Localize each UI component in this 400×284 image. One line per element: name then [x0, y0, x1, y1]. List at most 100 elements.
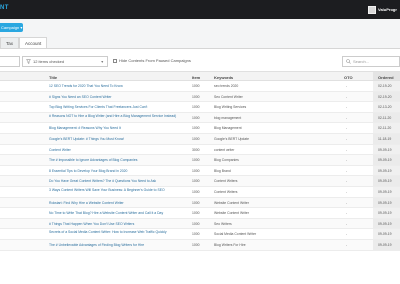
item-cell: 1000 — [192, 242, 200, 247]
oto-cell: - — [346, 189, 348, 194]
keywords-cell: seo trends 2020 — [214, 84, 239, 88]
title-cell[interactable]: 3 Ways Content Writers Will Save Your Bu… — [49, 188, 189, 192]
title-cell[interactable]: Content Writer — [49, 148, 189, 152]
ordered-cell: 02-13-20 — [378, 105, 392, 110]
title-cell[interactable]: Secrets of a Social Media Content Writer… — [49, 230, 189, 234]
title-cell[interactable]: Do You Have Great Content Writers? The #… — [49, 179, 189, 183]
title-cell[interactable]: No Time to Write That Blog? Hire a Websi… — [49, 211, 189, 215]
account-name: ValuProgr — [378, 7, 397, 12]
title-cell[interactable]: Blog Management: # Reasons Why You Need … — [49, 126, 189, 130]
table-row[interactable]: Do You Have Great Content Writers? The #… — [0, 176, 400, 187]
ordered-cell: 09-09-19 — [378, 158, 392, 163]
keywords-cell: Blog Companies — [214, 158, 239, 163]
keywords-cell: Seo Content Writer — [214, 94, 243, 99]
campaign-dropdown-button[interactable]: Campaign ▾ — [0, 23, 23, 32]
search-input[interactable]: Search... — [342, 56, 400, 67]
oto-cell: - — [346, 200, 348, 205]
item-cell: 1000 — [192, 115, 200, 120]
item-cell: 3000 — [192, 147, 200, 152]
table-header: Title Item Keywords OTO Ordered — [0, 71, 400, 81]
table-row[interactable]: The # Impossible to Ignore Advantages of… — [0, 155, 400, 166]
ordered-cell: 09-09-19 — [378, 179, 392, 184]
oto-cell: - — [346, 168, 348, 173]
item-cell: 1000 — [192, 179, 200, 184]
item-cell: 1000 — [192, 136, 200, 141]
table-row[interactable]: No Time to Write That Blog? Hire a Websi… — [0, 208, 400, 219]
item-cell: 1000 — [192, 200, 200, 205]
keywords-cell: Seo Writers — [214, 221, 232, 226]
title-cell[interactable]: # Reasons NOT to Hire a Blog Writer (and… — [49, 114, 189, 118]
table-row[interactable]: Rokstart: Find Why Hire a Website Conten… — [0, 197, 400, 209]
table-row[interactable]: Google's BERT Update: # Things You Must … — [0, 133, 400, 145]
table-row[interactable]: # Things That Happen When You Don't Use … — [0, 218, 400, 230]
item-cell: 1000 — [192, 105, 200, 110]
keywords-cell: Social Media Content Writer — [214, 232, 257, 237]
keywords-cell: Blog Management — [214, 126, 242, 131]
ordered-cell: 02-11-20 — [378, 115, 392, 120]
main-panel: 12 items checked ▼ Hide Contents From Pa… — [0, 48, 400, 284]
title-cell[interactable]: Top Blog Writing Services For Clients Th… — [49, 105, 189, 109]
keywords-cell: Blog Brand — [214, 168, 231, 173]
oto-cell: - — [346, 147, 348, 152]
filter-icon — [26, 58, 31, 65]
table-row[interactable]: # Signs You Need an SEO Content Writer 10… — [0, 91, 400, 103]
table-row[interactable]: Content Writer 3000 content writer - 09-09-1… — [0, 144, 400, 156]
ordered-cell: 09-09-19 — [378, 221, 392, 226]
search-placeholder: Search... — [353, 59, 370, 64]
tab-tax[interactable]: Tax — [0, 37, 20, 48]
top-bar: NT ValuProgr — [0, 0, 400, 19]
table-row[interactable]: 8 Essential Tips to Develop Your Blog Br… — [0, 165, 400, 177]
title-cell[interactable]: The # Unbelievable Advantages of Finding… — [49, 243, 189, 247]
item-cell: 1000 — [192, 232, 200, 237]
oto-cell: - — [346, 105, 348, 110]
hide-paused-label: Hide Contents From Paused Campaigns — [119, 58, 191, 63]
hide-paused-toggle[interactable]: Hide Contents From Paused Campaigns — [113, 58, 191, 63]
table-row[interactable]: 3 Ways Content Writers Will Save Your Bu… — [0, 186, 400, 198]
keywords-cell: Website Content Writer — [214, 200, 249, 205]
item-cell: 1000 — [192, 94, 200, 99]
title-cell[interactable]: 12 SEO Trends for 2020 That You Need To … — [49, 84, 189, 88]
title-cell[interactable]: # Signs You Need an SEO Content Writer — [49, 95, 189, 99]
table-row[interactable]: # Reasons NOT to Hire a Blog Writer (and… — [0, 112, 400, 124]
table-row[interactable]: Top Blog Writing Services For Clients Th… — [0, 102, 400, 113]
item-cell: 1000 — [192, 221, 200, 226]
oto-cell: - — [346, 232, 348, 237]
oto-cell: - — [346, 94, 348, 99]
filter-select[interactable] — [0, 56, 20, 67]
keywords-cell: blog management — [214, 115, 242, 120]
oto-cell: - — [346, 115, 348, 120]
title-cell[interactable]: Google's BERT Update: # Things You Must … — [49, 137, 189, 141]
tab-account[interactable]: Account — [19, 37, 48, 48]
table-row[interactable]: 12 SEO Trends for 2020 That You Need To … — [0, 81, 400, 92]
items-checked-select[interactable]: 12 items checked ▼ — [22, 56, 108, 67]
table-row[interactable]: Secrets of a Social Media Content Writer… — [0, 229, 400, 240]
ordered-cell: 02-11-20 — [378, 126, 392, 131]
item-cell: 1000 — [192, 158, 200, 163]
hide-paused-checkbox[interactable] — [113, 58, 117, 63]
account-menu[interactable]: ValuProgr — [367, 4, 400, 15]
column-oto[interactable]: OTO — [344, 75, 353, 80]
ordered-cell: 09-09-19 — [378, 232, 392, 237]
ordered-cell: 09-09-19 — [378, 147, 392, 152]
column-ordered[interactable]: Ordered — [378, 75, 394, 80]
oto-cell: - — [346, 158, 348, 163]
item-cell: 1000 — [192, 126, 200, 131]
column-item[interactable]: Item — [192, 75, 200, 80]
oto-cell: - — [346, 242, 348, 247]
ordered-cell: 09-09-19 — [378, 242, 392, 247]
table-row[interactable]: Blog Management: # Reasons Why You Need … — [0, 123, 400, 134]
title-cell[interactable]: # Things That Happen When You Don't Use … — [49, 222, 189, 226]
ordered-cell: 02-19-20 — [378, 94, 392, 99]
column-title[interactable]: Title — [49, 75, 57, 80]
app-logo: NT — [0, 5, 9, 11]
title-cell[interactable]: Rokstart: Find Why Hire a Website Conten… — [49, 201, 189, 205]
item-cell: 1000 — [192, 168, 200, 173]
oto-cell: - — [346, 126, 348, 131]
chevron-down-icon: ▼ — [100, 59, 104, 64]
title-cell[interactable]: The # Impossible to Ignore Advantages of… — [49, 158, 189, 162]
keywords-cell: Website Content Writer — [214, 211, 249, 216]
table-row[interactable]: The # Unbelievable Advantages of Finding… — [0, 239, 400, 251]
title-cell[interactable]: 8 Essential Tips to Develop Your Blog Br… — [49, 169, 189, 173]
tab-bar: Tax Account — [0, 37, 48, 48]
column-keywords[interactable]: Keywords — [214, 75, 233, 80]
